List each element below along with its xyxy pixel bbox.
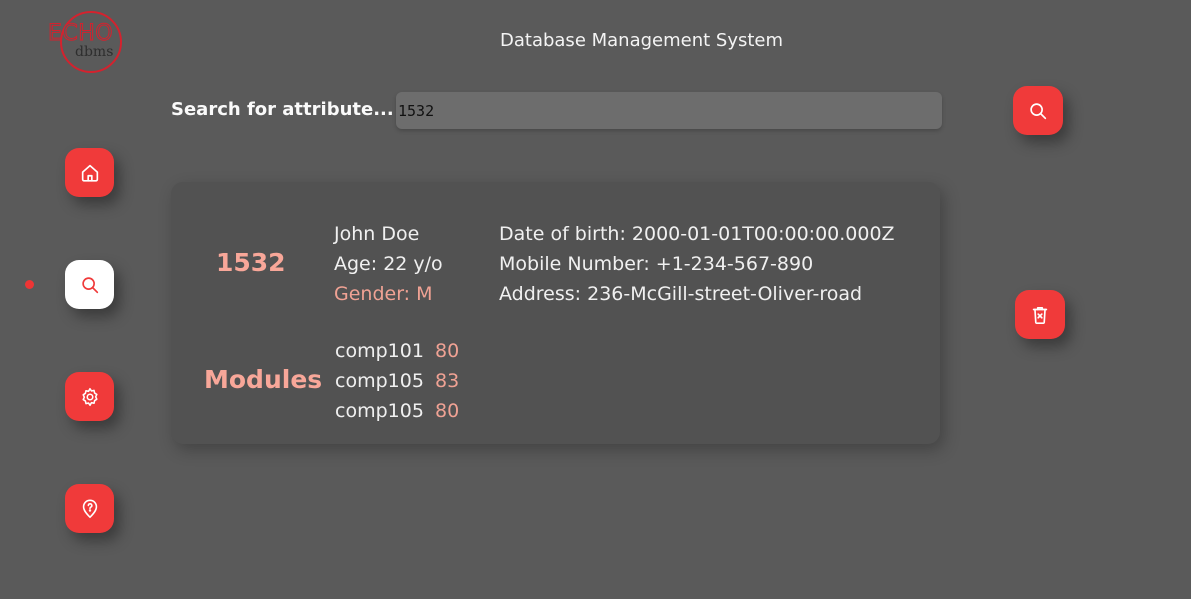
- search-icon: [81, 276, 98, 293]
- sidebar-item-home[interactable]: [65, 148, 114, 197]
- logo-sub-text: dbms: [75, 44, 114, 60]
- search-label: Search for attribute...: [171, 99, 394, 120]
- record-mobile: Mobile Number: +1-234-567-890: [499, 253, 814, 275]
- module-row: comp105 80: [335, 400, 459, 422]
- logo-main-text: ECHO: [47, 21, 114, 47]
- modules-heading: Modules: [204, 365, 323, 394]
- app-window: ECHO dbms Database Management System Sea…: [0, 0, 1191, 599]
- module-row: comp105 83: [335, 370, 459, 392]
- record-gender: Gender: M: [334, 283, 433, 305]
- sidebar-item-help[interactable]: [65, 484, 114, 533]
- search-icon: [1030, 102, 1047, 119]
- record-id: 1532: [216, 248, 286, 277]
- home-icon: [81, 164, 98, 182]
- search-input[interactable]: [396, 92, 942, 129]
- module-code: comp101: [335, 340, 424, 362]
- search-button[interactable]: [1013, 86, 1063, 135]
- module-grade: 80: [435, 400, 460, 422]
- delete-icon: [1032, 306, 1048, 324]
- record-card: 1532 John Doe Age: 22 y/o Gender: M Date…: [171, 182, 940, 444]
- module-grade: 80: [435, 340, 460, 362]
- module-code: comp105: [335, 400, 424, 422]
- active-indicator-dot: [25, 280, 34, 289]
- module-code: comp105: [335, 370, 424, 392]
- sidebar-item-search[interactable]: [65, 260, 114, 309]
- record-address: Address: 236-McGill-street-Oliver-road: [499, 283, 863, 305]
- delete-record-button[interactable]: [1015, 290, 1065, 339]
- help-pin-icon: [82, 499, 97, 518]
- module-row: comp101 80: [335, 340, 459, 362]
- logo: ECHO dbms: [47, 11, 124, 75]
- gear-icon: [81, 387, 98, 406]
- sidebar-item-settings[interactable]: [65, 372, 114, 421]
- record-dob: Date of birth: 2000-01-01T00:00:00.000Z: [499, 223, 895, 245]
- record-name: John Doe: [334, 223, 420, 245]
- record-age: Age: 22 y/o: [334, 253, 443, 275]
- module-grade: 83: [435, 370, 460, 392]
- page-title: Database Management System: [500, 30, 784, 51]
